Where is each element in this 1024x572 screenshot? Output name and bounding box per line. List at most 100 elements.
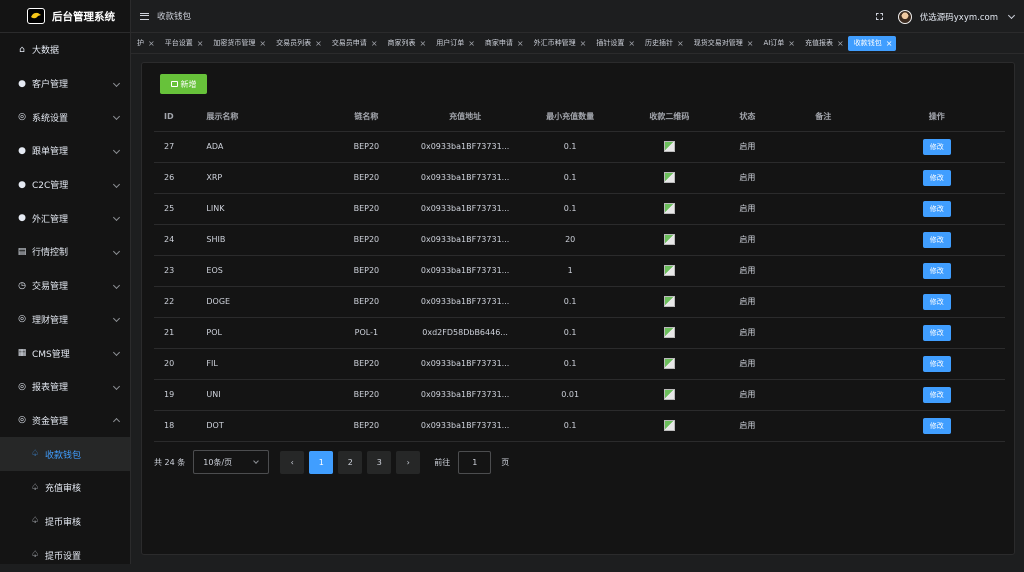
page-size-select[interactable]: 10条/页 <box>193 450 270 474</box>
next-page-button[interactable]: › <box>396 450 421 474</box>
table-row: 24 SHIB BEP20 0x0933ba1BF73731... 20 启用 修改 <box>154 224 1005 256</box>
sidebar-item-3[interactable]: ● 跟单管理 <box>0 134 130 168</box>
close-icon[interactable]: × <box>580 39 587 48</box>
cell-min: 0.1 <box>518 317 623 349</box>
sidebar-item-7[interactable]: ◷ 交易管理 <box>0 269 130 303</box>
page-unit-label: 页 <box>501 457 510 467</box>
tab-5[interactable]: 商家列表 × <box>382 36 431 51</box>
close-icon[interactable]: × <box>628 39 635 48</box>
sidebar-item-11[interactable]: ◎ 资金管理 <box>0 404 130 438</box>
cell-addr: 0x0933ba1BF73731... <box>412 162 519 194</box>
hand-icon: ♤ <box>30 516 40 527</box>
close-icon[interactable]: × <box>148 39 155 48</box>
sidebar-item-0[interactable]: ⌂ 大数据 <box>0 33 130 67</box>
edit-button[interactable]: 修改 <box>922 417 951 434</box>
tab-12[interactable]: AI订单 × <box>757 36 799 51</box>
sidebar-subitem-1[interactable]: ♤ 充值审核 <box>0 471 130 505</box>
sidebar-item-5[interactable]: ● 外汇管理 <box>0 201 130 235</box>
chevron-icon <box>112 418 121 426</box>
close-icon[interactable]: × <box>315 39 322 48</box>
prev-page-button[interactable]: ‹ <box>280 450 305 474</box>
sidebar-item-10[interactable]: ◎ 报表管理 <box>0 370 130 404</box>
tab-9[interactable]: 插针设置 × <box>590 36 639 51</box>
close-icon[interactable]: × <box>517 39 524 48</box>
cell-id: 24 <box>154 224 197 256</box>
page-button-1[interactable]: 1 <box>309 450 334 474</box>
edit-button[interactable]: 修改 <box>922 324 951 341</box>
sidebar-item-9[interactable]: ▦ CMS管理 <box>0 336 130 370</box>
sidebar-item-label: 行情控制 <box>32 248 69 259</box>
cell-note <box>778 286 869 318</box>
edit-button[interactable]: 修改 <box>922 386 951 403</box>
sidebar-item-2[interactable]: ◎ 系统设置 <box>0 100 130 134</box>
cell-min: 0.1 <box>518 162 623 194</box>
edit-button[interactable]: 修改 <box>922 200 951 217</box>
sidebar-subitem-3[interactable]: ♤ 提币设置 <box>0 538 130 572</box>
goto-label: 前往 <box>434 457 451 467</box>
close-icon[interactable]: × <box>371 39 378 48</box>
tab-2[interactable]: 加密货币管理 × <box>207 36 270 51</box>
chevron-icon <box>112 382 121 390</box>
chevron-down-icon[interactable] <box>1007 11 1016 19</box>
tab-8[interactable]: 外汇币种管理 × <box>528 36 591 51</box>
tab-11[interactable]: 现货交易对管理 × <box>688 36 758 51</box>
tab-label: 交易员申请 <box>331 39 367 47</box>
sidebar-subitem-0[interactable]: ♤ 收款钱包 <box>0 437 130 471</box>
user-name[interactable]: 优选源码yxym.com <box>920 11 998 23</box>
sidebar-item-6[interactable]: ▤ 行情控制 <box>0 235 130 269</box>
edit-button[interactable]: 修改 <box>922 231 951 248</box>
edit-button[interactable]: 修改 <box>922 262 951 279</box>
page-button-2[interactable]: 2 <box>338 450 363 474</box>
sidebar-subitem-2[interactable]: ♤ 提币审核 <box>0 505 130 539</box>
menu-icon: ◎ <box>18 415 26 426</box>
tab-label: 商家申请 <box>484 39 513 47</box>
tab-0[interactable]: 护 × <box>131 36 159 51</box>
menu-toggle-icon[interactable] <box>140 12 149 20</box>
tab-3[interactable]: 交易员列表 × <box>270 36 326 51</box>
add-button[interactable]: 新增 <box>160 74 207 94</box>
tab-4[interactable]: 交易员申请 × <box>326 36 382 51</box>
close-icon[interactable]: × <box>886 39 893 48</box>
sidebar-item-1[interactable]: ● 客户管理 <box>0 67 130 101</box>
cell-status: 启用 <box>716 162 778 194</box>
cell-name: ADA <box>196 131 321 163</box>
close-icon[interactable]: × <box>197 39 204 48</box>
sidebar-item-8[interactable]: ◎ 理财管理 <box>0 303 130 337</box>
tab-13[interactable]: 充值报表 × <box>799 36 848 51</box>
cell-qr <box>622 162 717 194</box>
edit-button[interactable]: 修改 <box>922 169 951 186</box>
edit-button[interactable]: 修改 <box>922 293 951 310</box>
close-icon[interactable]: × <box>468 39 475 48</box>
cell-name: SHIB <box>196 224 321 256</box>
tab-6[interactable]: 用户订单 × <box>430 36 479 51</box>
column-header: 收款二维码 <box>622 103 717 132</box>
close-icon[interactable]: × <box>259 39 266 48</box>
column-header: 备注 <box>778 103 869 132</box>
cell-actions: 修改 <box>868 255 1005 287</box>
close-icon[interactable]: × <box>420 39 427 48</box>
close-icon[interactable]: × <box>837 39 844 48</box>
cell-status: 启用 <box>716 255 778 287</box>
sidebar-subitem-label: 提币设置 <box>45 551 82 562</box>
edit-button[interactable]: 修改 <box>922 355 951 372</box>
cell-qr <box>622 255 717 287</box>
fullscreen-icon[interactable] <box>875 13 883 20</box>
close-icon[interactable]: × <box>788 39 795 48</box>
avatar[interactable] <box>897 9 912 24</box>
table-row: 26 XRP BEP20 0x0933ba1BF73731... 0.1 启用 修改 <box>154 162 1005 194</box>
column-header: ID <box>154 103 197 132</box>
sidebar-item-label: 系统设置 <box>32 113 69 124</box>
goto-page-input[interactable]: 1 <box>458 450 492 474</box>
close-icon[interactable]: × <box>677 39 684 48</box>
sidebar-item-label: 大数据 <box>32 46 60 57</box>
cell-id: 20 <box>154 348 197 380</box>
edit-button[interactable]: 修改 <box>922 138 951 155</box>
sidebar-item-4[interactable]: ● C2C管理 <box>0 168 130 202</box>
tab-14[interactable]: 收款钱包 × <box>847 35 897 51</box>
tab-1[interactable]: 平台设置 × <box>159 36 208 51</box>
tab-7[interactable]: 商家申请 × <box>479 36 528 51</box>
tab-10[interactable]: 历史插针 × <box>639 36 688 51</box>
close-icon[interactable]: × <box>747 39 754 48</box>
cell-qr <box>622 410 717 442</box>
page-button-3[interactable]: 3 <box>367 450 392 474</box>
